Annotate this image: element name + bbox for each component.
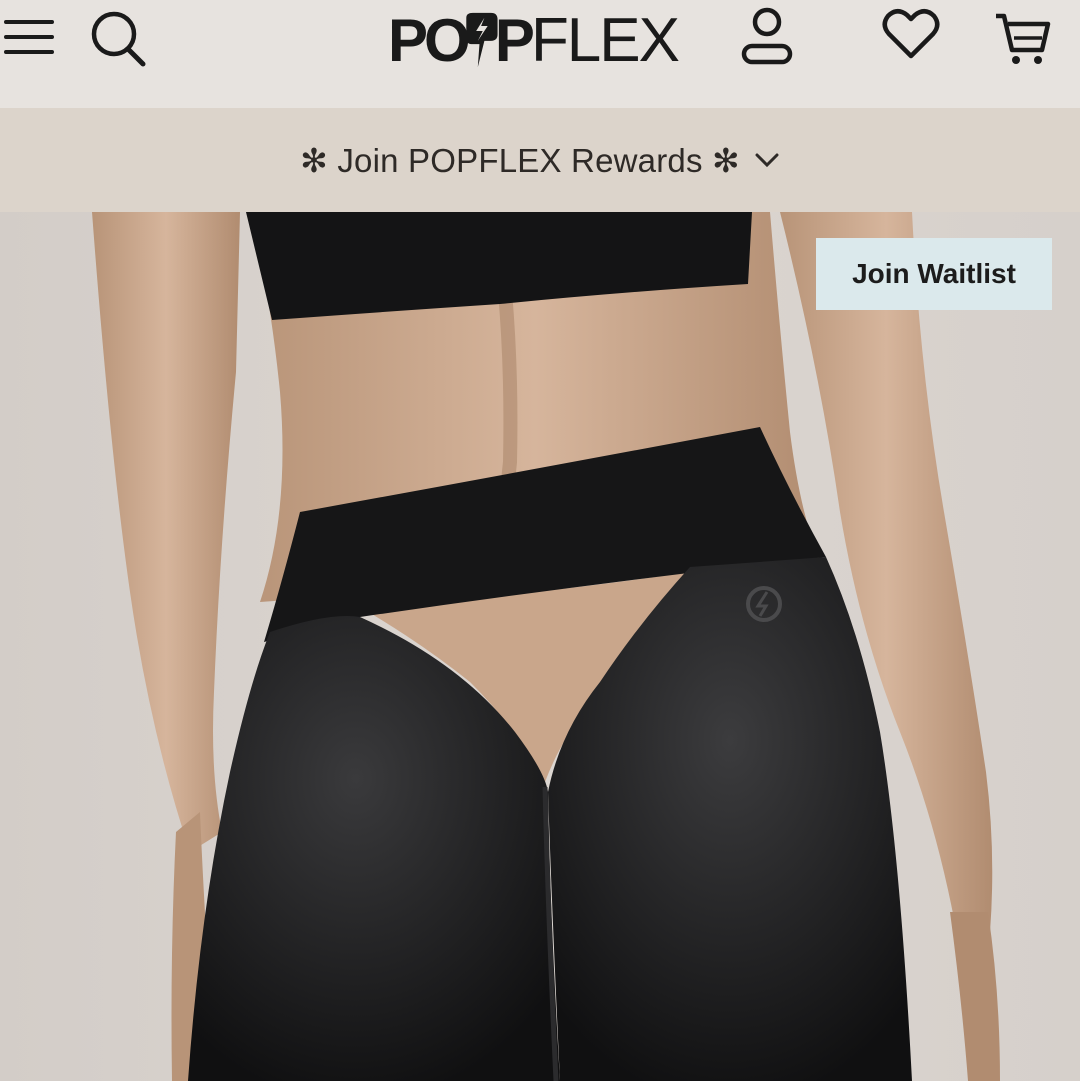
account-button[interactable] — [738, 4, 796, 66]
heart-icon — [882, 9, 940, 59]
hamburger-menu-icon — [4, 20, 54, 54]
search-icon — [91, 11, 146, 67]
product-photo-leggings — [0, 212, 1080, 1081]
cart-button[interactable] — [992, 10, 1054, 68]
rewards-banner-label: ✻ Join POPFLEX Rewards ✻ — [300, 141, 740, 179]
brand-logo[interactable]: PO P FLEX — [388, 0, 680, 80]
logo-text-p: P — [494, 6, 535, 74]
menu-button[interactable] — [4, 14, 54, 60]
rewards-banner[interactable]: ✻ Join POPFLEX Rewards ✻ — [0, 108, 1080, 212]
lightning-bolt-icon — [465, 12, 498, 68]
top-nav-bar: PO P FLEX — [0, 0, 1080, 108]
search-button[interactable] — [88, 6, 150, 68]
app-screen: PO P FLEX ✻ Join POPFLEX Rewards ✻ Join … — [0, 0, 1080, 1081]
wishlist-button[interactable] — [880, 6, 942, 62]
logo-text-right: FLEX — [530, 5, 680, 75]
join-waitlist-button[interactable]: Join Waitlist — [816, 238, 1052, 310]
hero-product-image[interactable] — [0, 212, 1080, 1081]
chevron-down-icon — [755, 153, 779, 168]
shopping-cart-icon — [996, 13, 1051, 64]
user-account-icon — [741, 7, 793, 65]
logo-text-left: PO — [388, 6, 471, 74]
